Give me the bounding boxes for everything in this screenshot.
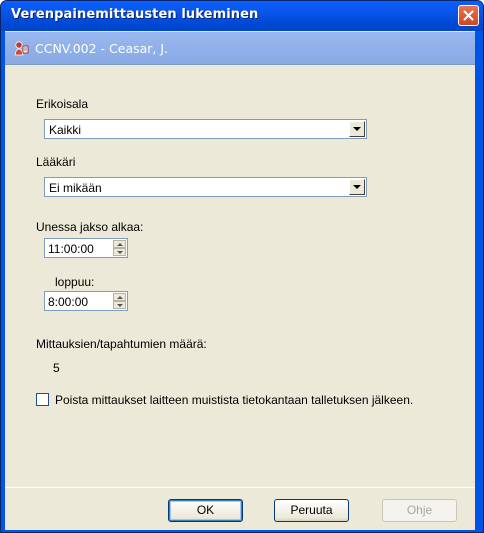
dialog-window: Verenpainemittausten lukeminen CCNV.002 … [0, 0, 484, 533]
patient-label: CCNV.002 - Ceasar, J. [35, 41, 169, 56]
specialty-select[interactable]: Kaikki [44, 119, 367, 139]
measurement-count-label: Mittauksien/tapahtumien määrä: [36, 337, 207, 351]
patient-icon [14, 41, 29, 56]
spin-up-icon[interactable] [113, 293, 126, 301]
specialty-label: Erikoisala [36, 97, 89, 111]
specialty-value: Kaikki [49, 123, 82, 137]
sleep-start-label: Unessa jakso alkaa: [36, 220, 144, 234]
window-title: Verenpainemittausten lukeminen [11, 7, 259, 22]
ok-button[interactable]: OK [168, 499, 243, 522]
measurement-count-value: 5 [53, 361, 60, 375]
close-icon [463, 10, 474, 21]
doctor-value: Ei mikään [49, 181, 102, 195]
delete-from-device-checkbox[interactable] [36, 393, 49, 406]
spin-down-icon[interactable] [113, 301, 126, 309]
title-bar[interactable]: Verenpainemittausten lukeminen [1, 1, 483, 31]
doctor-label: Lääkäri [36, 155, 76, 169]
chevron-down-icon[interactable] [349, 179, 365, 195]
sleep-end-label: loppuu: [55, 275, 95, 289]
sleep-start-spinner[interactable] [113, 240, 126, 256]
cancel-button[interactable]: Peruuta [274, 499, 349, 522]
chevron-down-icon[interactable] [349, 121, 365, 137]
delete-from-device-label[interactable]: Poista mittaukset laitteen muistista tie… [55, 393, 413, 407]
close-button[interactable] [458, 5, 479, 26]
sleep-start-time-input[interactable]: 11:00:00 [44, 238, 128, 258]
sleep-end-time-input[interactable]: 8:00:00 [44, 291, 128, 311]
sleep-end-spinner[interactable] [113, 293, 126, 309]
doctor-select[interactable]: Ei mikään [44, 177, 367, 197]
spin-down-icon[interactable] [113, 248, 126, 256]
help-button[interactable]: Ohje [382, 499, 457, 522]
dialog-body: CCNV.002 - Ceasar, J. Erikoisala Kaikki … [5, 31, 475, 530]
sleep-end-value: 8:00:00 [48, 295, 89, 309]
sleep-start-value: 11:00:00 [48, 242, 94, 256]
spin-up-icon[interactable] [113, 240, 126, 248]
button-bar: OK Peruuta Ohje [5, 487, 475, 531]
patient-header: CCNV.002 - Ceasar, J. [5, 32, 475, 65]
